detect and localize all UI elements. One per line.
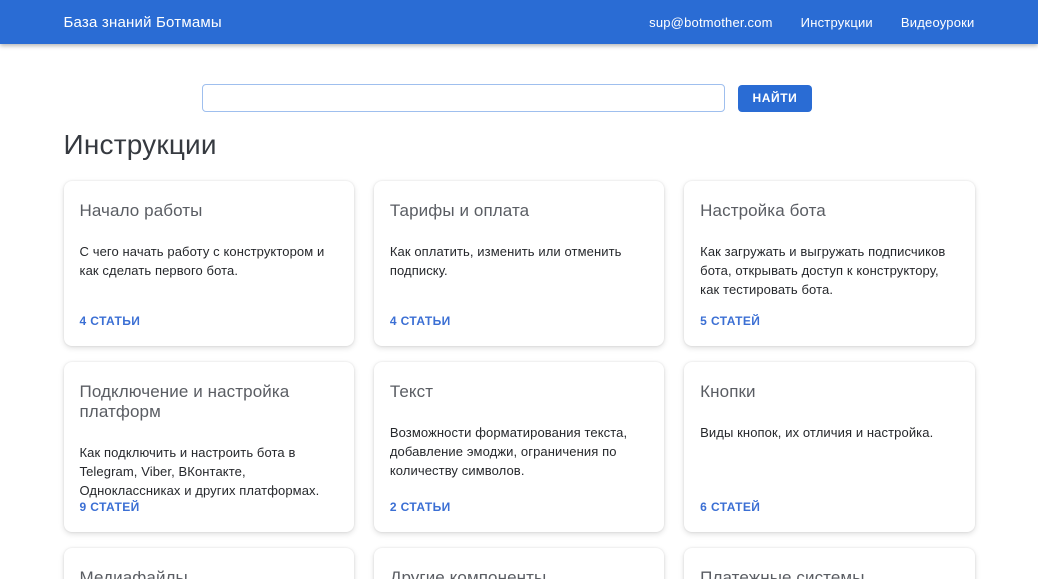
- card-title: Тарифы и оплата: [389, 201, 530, 220]
- header-link-instructions[interactable]: Инструкции: [801, 15, 873, 30]
- category-card[interactable]: Текст Возможности форматирования текста,…: [373, 362, 665, 532]
- app-title[interactable]: База знаний Ботмамы: [64, 14, 222, 31]
- card-description: Виды кнопок, их отличия и настройка.: [700, 425, 934, 440]
- main-content: Инструкции Начало работы С чего начать р…: [63, 129, 975, 579]
- category-card[interactable]: Подключение и настройка платформ Как под…: [63, 362, 354, 532]
- card-title: Другие компоненты: [389, 568, 547, 579]
- card-grid: Начало работы С чего начать работу с кон…: [63, 181, 975, 579]
- search-input[interactable]: [201, 84, 725, 112]
- card-articles-link[interactable]: 4 СТАТЬИ: [80, 314, 338, 328]
- card-description: Как подключить и настроить бота в Telegr…: [79, 445, 320, 498]
- app-header: База знаний Ботмамы sup@botmother.com Ин…: [0, 0, 1038, 44]
- card-title: Кнопки: [700, 382, 756, 401]
- page-title: Инструкции: [63, 129, 217, 160]
- category-card[interactable]: Настройка бота Как загружать и выгружать…: [684, 181, 975, 346]
- header-link-video-lessons[interactable]: Видеоуроки: [901, 15, 975, 30]
- category-card[interactable]: Начало работы С чего начать работу с кон…: [63, 181, 354, 346]
- card-title: Текст: [389, 382, 434, 401]
- card-title: Подключение и настройка платформ: [79, 382, 290, 421]
- card-articles-link[interactable]: 5 СТАТЕЙ: [700, 314, 958, 328]
- category-card[interactable]: Другие компоненты: [373, 548, 665, 579]
- category-card[interactable]: Кнопки Виды кнопок, их отличия и настрой…: [684, 362, 975, 532]
- card-description: Возможности форматирования текста, добав…: [389, 425, 628, 478]
- card-description: Как оплатить, изменить или отменить подп…: [389, 244, 622, 278]
- category-card[interactable]: Платежные системы: [684, 548, 975, 579]
- search-bar: НАЙТИ: [64, 84, 975, 112]
- card-articles-link[interactable]: 4 СТАТЬИ: [390, 314, 648, 328]
- card-articles-link[interactable]: 9 СТАТЕЙ: [80, 500, 338, 514]
- category-card[interactable]: Медиафайлы: [63, 548, 354, 579]
- card-title: Платежные системы: [700, 568, 865, 579]
- card-title: Медиафайлы: [79, 568, 188, 579]
- card-articles-link[interactable]: 6 СТАТЕЙ: [700, 500, 958, 514]
- card-articles-link[interactable]: 2 СТАТЬИ: [390, 500, 648, 514]
- card-description: С чего начать работу с конструктором и к…: [79, 244, 325, 278]
- header-nav: sup@botmother.com Инструкции Видеоуроки: [649, 15, 974, 30]
- card-title: Начало работы: [79, 201, 203, 220]
- header-link-support-email[interactable]: sup@botmother.com: [649, 15, 773, 30]
- card-description: Как загружать и выгружать подписчиков бо…: [700, 244, 946, 297]
- category-card[interactable]: Тарифы и оплата Как оплатить, изменить и…: [373, 181, 665, 346]
- card-title: Настройка бота: [700, 201, 826, 220]
- search-button[interactable]: НАЙТИ: [737, 84, 813, 112]
